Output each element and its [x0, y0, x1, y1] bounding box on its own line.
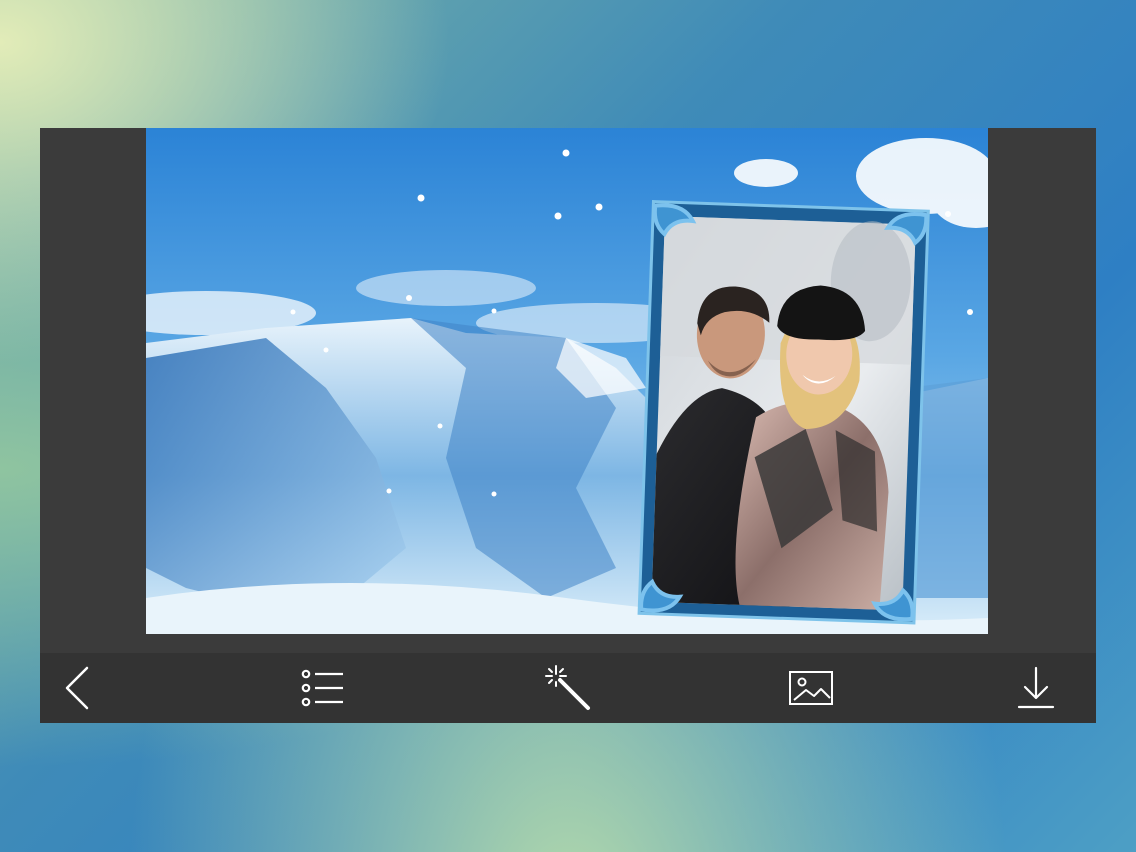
back-button[interactable]	[42, 653, 112, 723]
effects-button[interactable]	[533, 653, 603, 723]
photo-frame	[637, 200, 930, 625]
download-icon	[1017, 666, 1055, 709]
bottom-toolbar	[40, 653, 1096, 723]
photo-canvas[interactable]	[146, 128, 988, 634]
magic-wand-icon	[545, 665, 590, 710]
gallery-button[interactable]	[776, 653, 846, 723]
back-chevron-icon	[65, 666, 89, 710]
save-download-button[interactable]	[1001, 653, 1071, 723]
image-icon	[789, 671, 833, 705]
frames-list-button[interactable]	[288, 653, 358, 723]
composite-photo	[146, 128, 988, 634]
editor-panel	[40, 128, 1096, 723]
list-icon	[301, 669, 343, 707]
